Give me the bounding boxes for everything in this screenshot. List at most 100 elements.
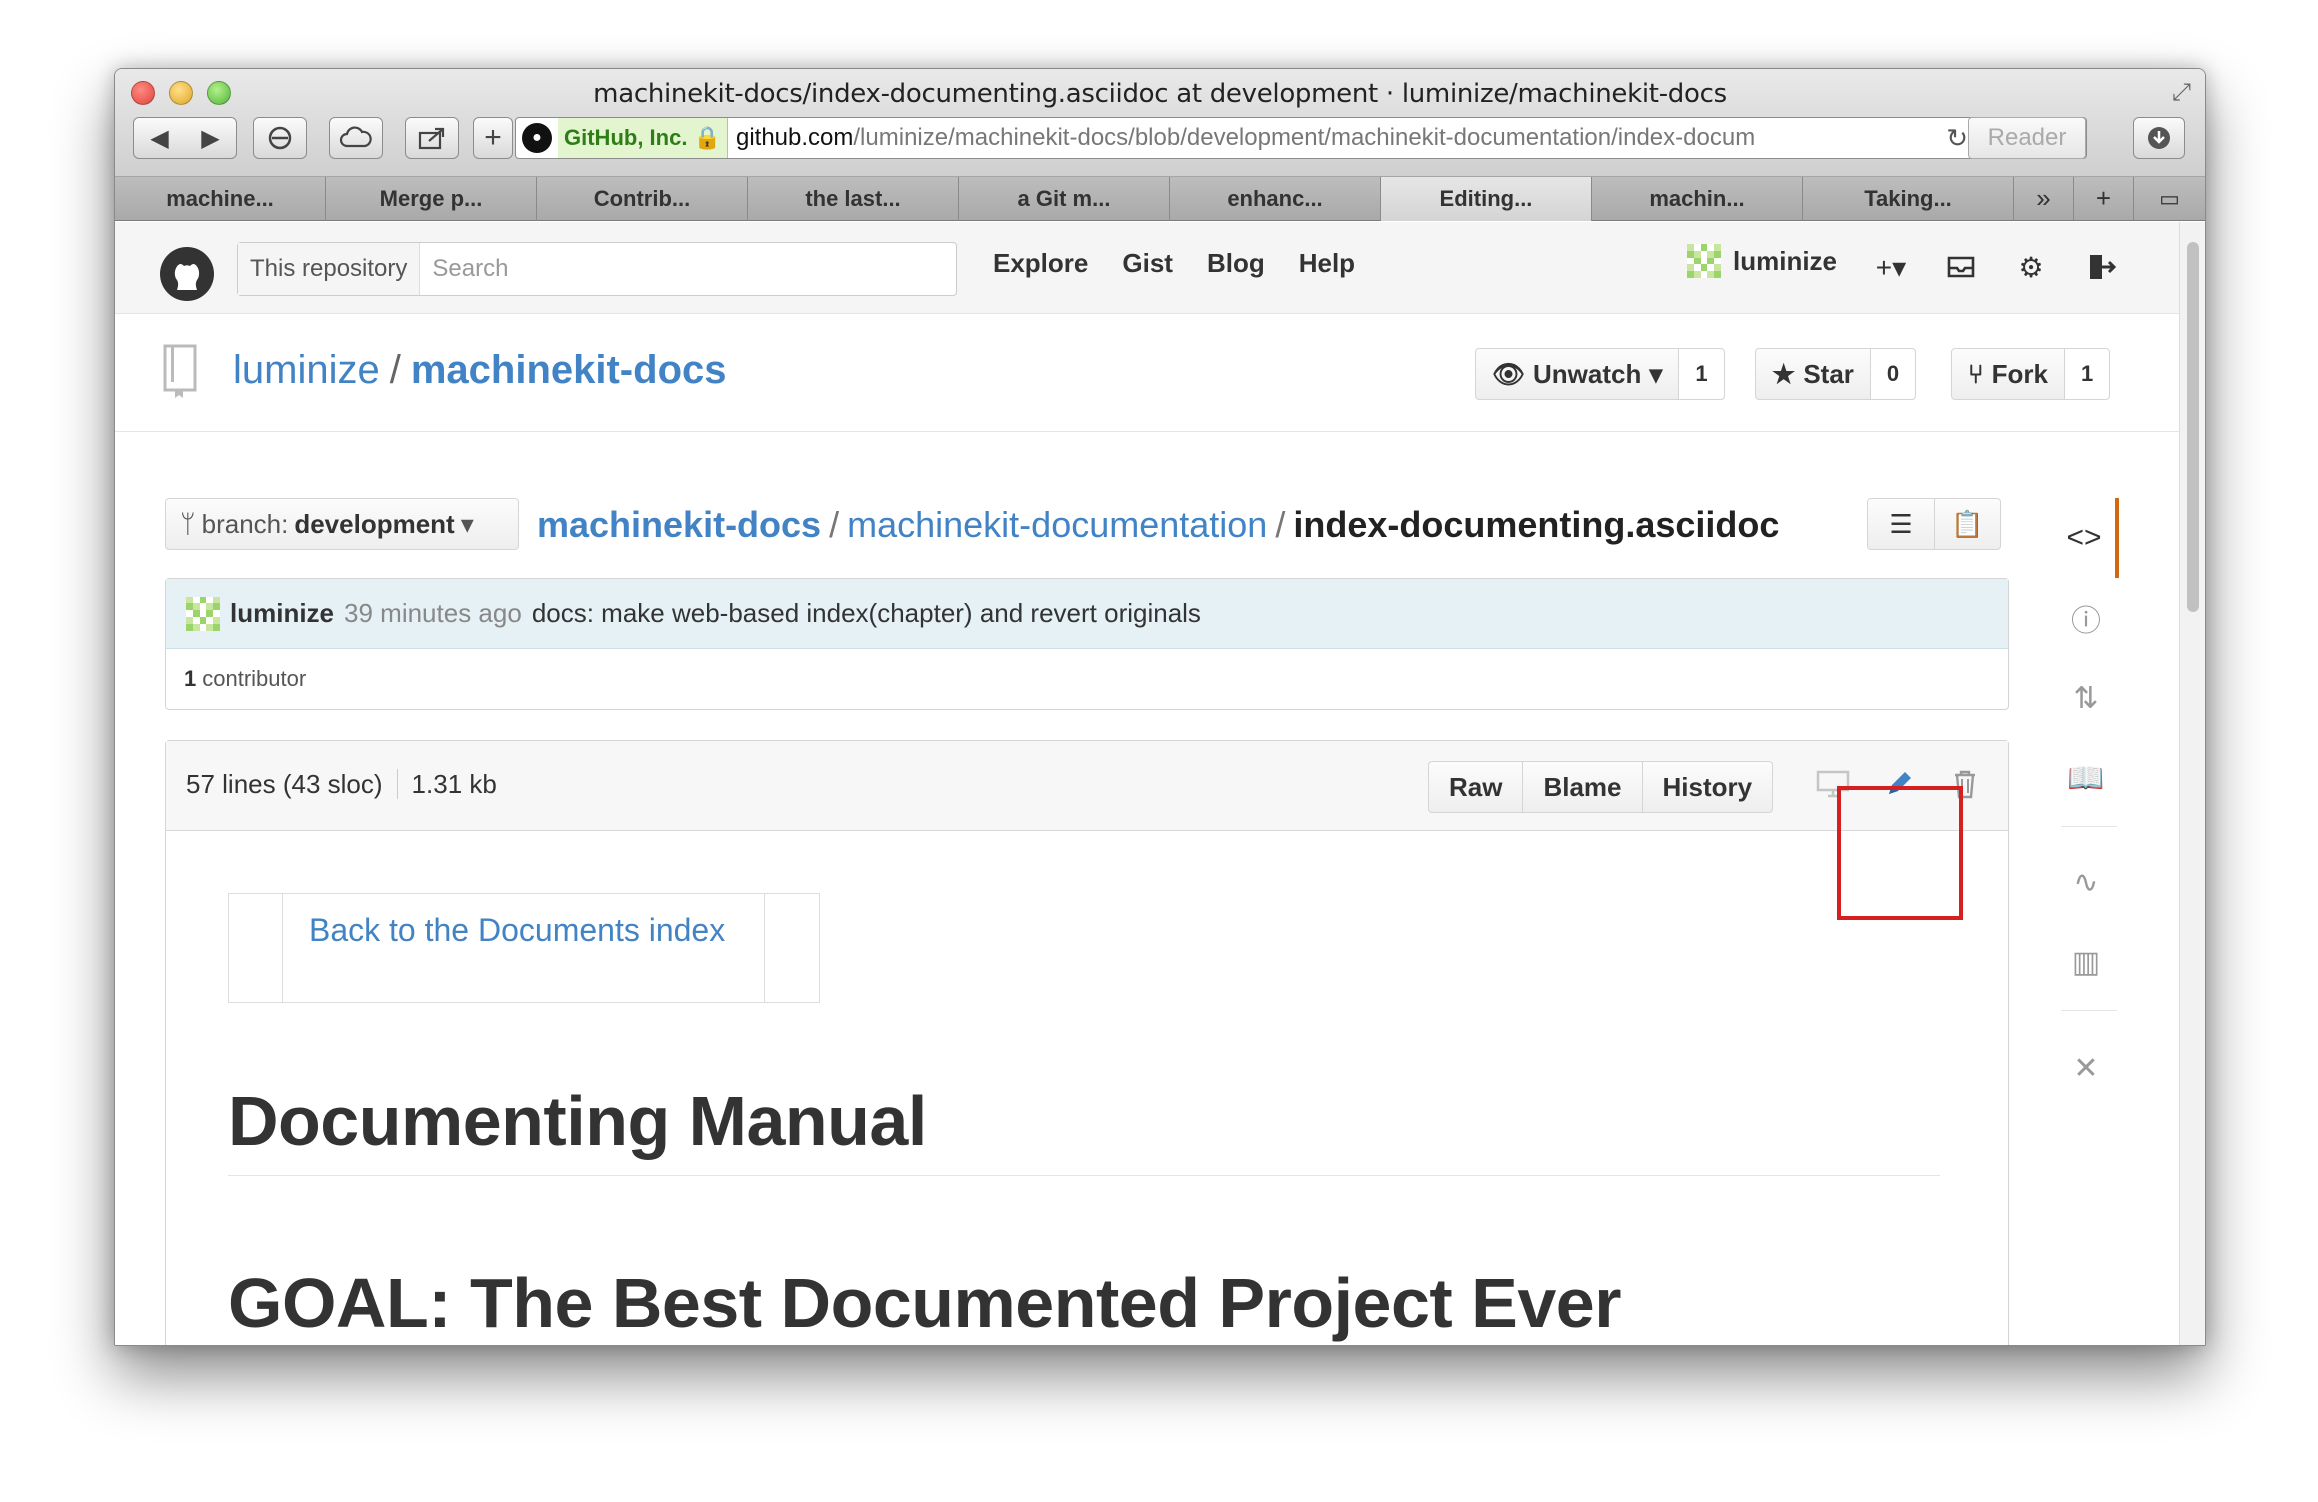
back-to-index-link[interactable]: Back to the Documents index [283, 894, 765, 1002]
browser-tab[interactable]: machin... [1592, 177, 1803, 221]
avatar [1687, 244, 1721, 278]
download-icon [2148, 127, 2170, 149]
repo-name-link[interactable]: machinekit-docs [411, 348, 727, 392]
breadcrumb-root-link[interactable]: machinekit-docs [537, 504, 821, 545]
commit-time: 39 minutes ago [344, 598, 522, 628]
doc-heading-2: GOAL: The Best Documented Project Ever [228, 1264, 1621, 1342]
wiki-book-icon[interactable]: 📖 [2053, 738, 2119, 818]
nav-help[interactable]: Help [1299, 248, 1355, 279]
reload-icon[interactable]: ↻ [1946, 123, 1968, 154]
doc-heading-1: Documenting Manual [228, 1081, 1940, 1176]
page-scrollbar[interactable] [2179, 222, 2205, 1345]
settings-gear-icon[interactable]: ⚙ [2011, 242, 2051, 292]
web-page: This repository Search Explore Gist Blog… [115, 222, 2181, 1345]
contributors-row[interactable]: 1 contributor [166, 649, 2008, 709]
star-button-group: ★ Star 0 [1755, 348, 1917, 400]
blame-button[interactable]: Blame [1522, 762, 1641, 812]
repo-owner-link[interactable]: luminize [233, 348, 380, 392]
code-icon[interactable]: <> [2053, 498, 2119, 578]
breadcrumb-current-file: index-documenting.asciidoc [1293, 504, 1780, 545]
back-forward-buttons[interactable]: ◀ ▶ [133, 117, 237, 159]
repo-book-icon [163, 344, 197, 398]
github-nav: Explore Gist Blog Help [993, 248, 1355, 279]
browser-tab[interactable]: a Git m... [959, 177, 1170, 221]
scrollbar-thumb[interactable] [2187, 242, 2199, 612]
fullscreen-icon[interactable]: ⤢ [2172, 79, 2191, 107]
browser-tab[interactable]: enhanc... [1170, 177, 1381, 221]
settings-tools-icon[interactable]: ✕ [2053, 1028, 2119, 1108]
unwatch-button[interactable]: 👁 Unwatch ▾ [1476, 349, 1680, 399]
icloud-tabs-button[interactable] [329, 117, 383, 159]
ev-certificate-badge[interactable]: GitHub, Inc. 🔒 [558, 118, 728, 158]
nav-gist[interactable]: Gist [1122, 248, 1173, 279]
raw-button[interactable]: Raw [1429, 762, 1522, 812]
back-icon[interactable]: ◀ [150, 124, 168, 153]
repo-sidebar-nav: <> ⓘ ⇅ 📖 ∿ ▥ ✕ [2053, 498, 2119, 1218]
browser-tab[interactable]: machine... [115, 177, 326, 221]
url-host: github.com [735, 124, 854, 151]
pull-request-icon[interactable]: ⇅ [2053, 658, 2119, 738]
history-button[interactable]: History [1641, 762, 1773, 812]
browser-window: machinekit-docs/index-documenting.asciid… [114, 68, 2206, 1346]
fork-count[interactable]: 1 [2064, 349, 2110, 399]
github-octocat-icon[interactable] [159, 246, 215, 302]
graphs-icon[interactable]: ▥ [2053, 922, 2119, 1002]
forward-icon[interactable]: ▶ [201, 124, 219, 153]
commit-message-link[interactable]: docs: make web-based index(chapter) and … [532, 598, 1201, 629]
notifications-inbox-icon[interactable] [1941, 242, 1981, 292]
repo-header: luminize / machinekit-docs 👁 Unwatch ▾ 1 ★ St… [115, 314, 2181, 432]
star-count[interactable]: 0 [1870, 349, 1916, 399]
username: luminize [1733, 245, 1838, 276]
edit-highlight-annotation [1837, 786, 1963, 920]
share-button[interactable] [405, 117, 459, 159]
breadcrumb-dir-link[interactable]: machinekit-documentation [847, 504, 1267, 545]
browser-tab[interactable]: Contrib... [537, 177, 748, 221]
user-menu[interactable]: luminize [1687, 244, 1837, 278]
file-header: 57 lines (43 sloc) 1.31 kb Raw Blame His… [166, 741, 2008, 831]
reader-button[interactable]: Reader [1968, 117, 2086, 159]
watch-count[interactable]: 1 [1679, 349, 1724, 399]
fork-button[interactable]: ⑂ Fork [1952, 349, 2065, 399]
file-size: 1.31 kb [411, 769, 497, 799]
file-meta: 57 lines (43 sloc) 1.31 kb [186, 769, 497, 800]
header-actions: +▾ ⚙ [1871, 242, 2121, 292]
issues-icon[interactable]: ⓘ [2053, 578, 2119, 658]
browser-tab-active[interactable]: Editing... [1381, 177, 1592, 221]
tab-strip: machine... Merge p... Contrib... the las… [115, 177, 2205, 221]
browser-tab[interactable]: Taking... [1803, 177, 2014, 221]
list-icon[interactable]: ☰ [1868, 499, 1934, 549]
commit-info: luminize 39 minutes ago docs: make web-b… [166, 579, 2008, 649]
downloads-button[interactable] [2133, 117, 2185, 159]
file-viewer: 57 lines (43 sloc) 1.31 kb Raw Blame His… [165, 740, 2009, 1345]
watch-button-group: 👁 Unwatch ▾ 1 [1475, 348, 1725, 400]
url-path: /luminize/machinekit-docs/blob/developme… [853, 124, 1756, 151]
contributors-label: contributor [202, 666, 307, 691]
fork-icon: ⑂ [1968, 358, 1984, 389]
browser-tab[interactable]: Merge p... [326, 177, 537, 221]
address-bar[interactable]: ● GitHub, Inc. 🔒 github.com /luminize/ma… [515, 117, 2087, 159]
plus-icon: + [484, 121, 502, 154]
pulse-icon[interactable]: ∿ [2053, 842, 2119, 922]
tab-overview-icon[interactable]: ▭ [2134, 177, 2205, 220]
branch-icon: ᛘ [180, 508, 196, 539]
new-tab-button[interactable]: + [2074, 177, 2134, 220]
window-title: machinekit-docs/index-documenting.asciid… [593, 79, 1727, 109]
nav-explore[interactable]: Explore [993, 248, 1088, 279]
search-input[interactable]: This repository Search [237, 242, 957, 296]
create-new-plus-icon[interactable]: +▾ [1871, 242, 1911, 292]
nav-blog[interactable]: Blog [1207, 248, 1265, 279]
star-button[interactable]: ★ Star [1756, 349, 1871, 399]
file-lines: 57 lines (43 sloc) [186, 769, 383, 799]
ie-icon-button[interactable] [253, 117, 307, 159]
commit-author-link[interactable]: luminize [230, 598, 334, 629]
file-view-buttons: Raw Blame History [1428, 761, 1774, 813]
star-icon: ★ [1772, 358, 1796, 389]
browser-tab[interactable]: the last... [748, 177, 959, 221]
clipboard-icon[interactable]: 📋 [1934, 499, 2000, 549]
repo-title: luminize / machinekit-docs [233, 348, 727, 392]
github-header: This repository Search Explore Gist Blog… [115, 222, 2181, 314]
sign-out-icon[interactable] [2081, 242, 2121, 292]
new-tab-plus-button[interactable]: + [473, 117, 513, 159]
branch-selector[interactable]: ᛘ branch: development ▾ [165, 498, 519, 550]
more-tabs-chevron-icon[interactable]: » [2014, 177, 2074, 220]
